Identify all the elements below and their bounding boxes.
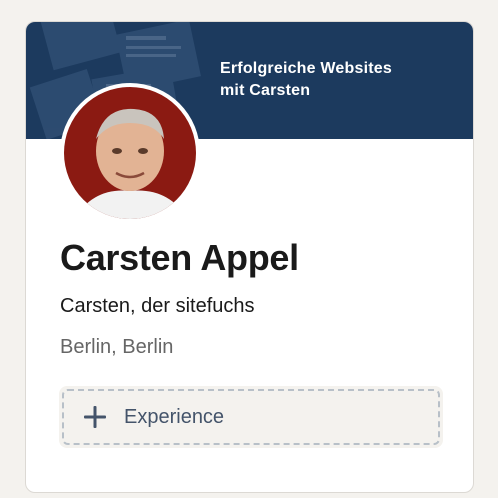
banner-line-2: mit Carsten <box>220 82 311 99</box>
profile-name: Carsten Appel <box>60 237 299 278</box>
plus-icon <box>84 406 106 428</box>
add-experience-dashed-box[interactable]: Experience <box>62 389 440 445</box>
profile-location: Berlin, Berlin <box>60 336 174 358</box>
profile-headline: Carsten, der sitefuchs <box>60 295 255 317</box>
add-experience-label: Experience <box>124 405 225 428</box>
banner-line-1: Erfolgreiche Websites <box>220 60 392 77</box>
profile-photo <box>64 87 196 219</box>
profile-card: Erfolgreiche Websites mit Carsten Carste… <box>25 21 474 493</box>
add-experience-button[interactable]: Experience <box>59 386 443 448</box>
avatar[interactable] <box>60 83 200 223</box>
banner-text: Erfolgreiche Websites mit Carsten <box>220 58 392 102</box>
